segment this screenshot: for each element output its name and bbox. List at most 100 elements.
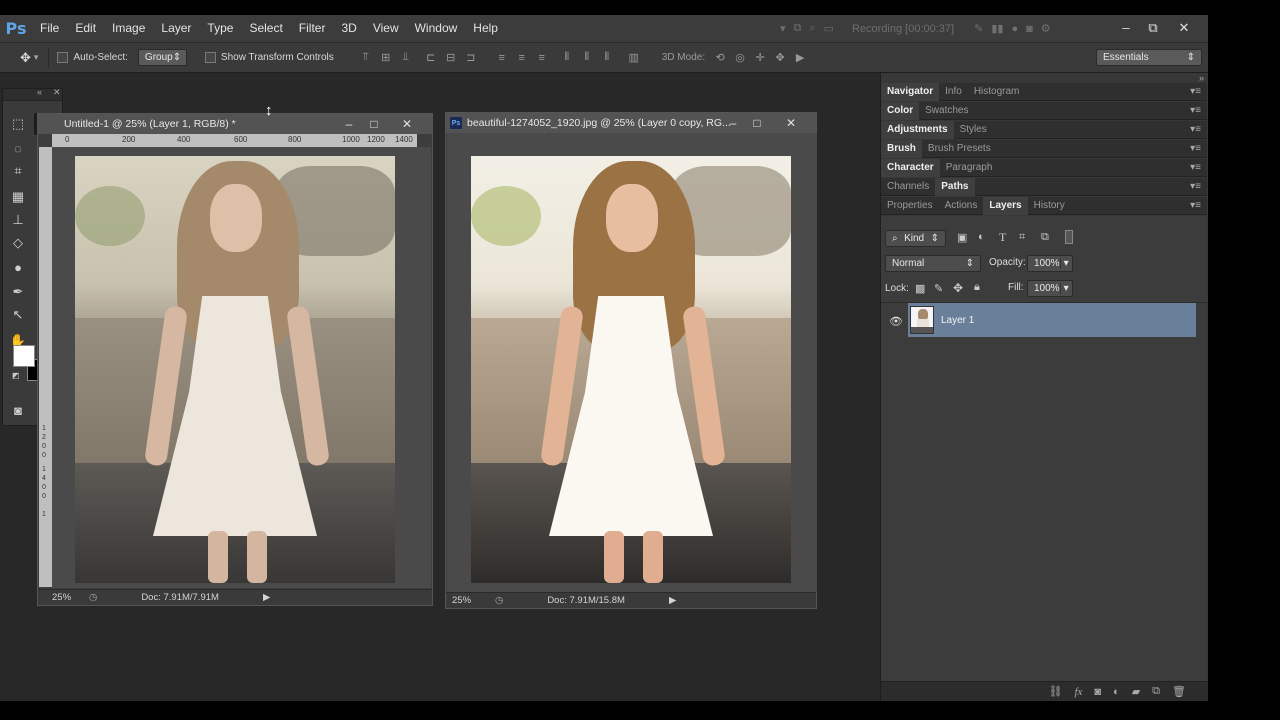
add-mask-icon[interactable]: ◙ bbox=[1094, 686, 1101, 698]
panel-menu-icon[interactable]: ▾≡ bbox=[1190, 140, 1201, 158]
new-adjustment-icon[interactable]: ◐ bbox=[1113, 686, 1120, 698]
3d-slide-icon[interactable]: ✥ bbox=[773, 51, 787, 65]
fill-input[interactable]: 100% ▾ bbox=[1027, 280, 1073, 297]
new-group-folder-icon[interactable]: ▰ bbox=[1132, 685, 1140, 698]
chevron-down-icon[interactable]: ▾ bbox=[1059, 283, 1069, 294]
blur-tool-icon[interactable]: ● bbox=[6, 256, 30, 278]
eraser-tool-icon[interactable]: ◇ bbox=[6, 232, 30, 254]
panel-menu-icon[interactable]: ▾≡ bbox=[1190, 178, 1201, 196]
filter-type-icon[interactable]: T bbox=[999, 230, 1006, 245]
panel-menu-icon[interactable]: ▾≡ bbox=[1190, 121, 1201, 139]
zoom-level[interactable]: 25% bbox=[452, 595, 471, 606]
tab-layers[interactable]: Layers bbox=[983, 196, 1028, 215]
align-hcenter-icon[interactable]: ⊟ bbox=[444, 51, 458, 65]
3d-roll-icon[interactable]: ◎ bbox=[733, 51, 747, 65]
pen-tool-icon[interactable]: ✒ bbox=[6, 281, 30, 303]
filter-shape-icon[interactable]: ⌗ bbox=[1019, 231, 1025, 244]
auto-select-checkbox[interactable] bbox=[57, 52, 69, 63]
close-button[interactable]: ✕ bbox=[1174, 19, 1194, 37]
distribute-left-icon[interactable]: ⦀ bbox=[560, 51, 574, 65]
align-right-icon[interactable]: ⊐ bbox=[464, 51, 478, 65]
foreground-color-swatch[interactable] bbox=[13, 345, 35, 367]
distribute-bottom-icon[interactable]: ≡ bbox=[535, 51, 549, 65]
tab-channels[interactable]: Channels bbox=[881, 178, 935, 196]
quick-mask-icon[interactable]: ◙ bbox=[6, 399, 30, 421]
menu-filter[interactable]: Filter bbox=[291, 15, 334, 42]
tab-styles[interactable]: Styles bbox=[954, 121, 993, 139]
tab-brush-presets[interactable]: Brush Presets bbox=[922, 140, 997, 158]
menu-help[interactable]: Help bbox=[465, 15, 506, 42]
tab-info[interactable]: Info bbox=[939, 83, 968, 101]
tab-adjustments[interactable]: Adjustments bbox=[881, 120, 954, 139]
settings-icon[interactable]: ⚙ bbox=[1041, 22, 1051, 35]
lasso-tool-icon[interactable]: ◌ bbox=[6, 137, 30, 159]
tab-swatches[interactable]: Swatches bbox=[919, 102, 974, 120]
menu-image[interactable]: Image bbox=[104, 15, 153, 42]
tab-properties[interactable]: Properties bbox=[881, 197, 939, 215]
menu-3d[interactable]: 3D bbox=[333, 15, 364, 42]
show-transform-checkbox[interactable] bbox=[204, 52, 216, 63]
lock-transparent-icon[interactable]: ▩ bbox=[915, 282, 925, 295]
move-tool-icon[interactable]: ✥ bbox=[20, 50, 31, 66]
distribute-right-icon[interactable]: ⦀ bbox=[600, 51, 614, 65]
filter-smart-object-icon[interactable]: ⧉ bbox=[1041, 231, 1049, 244]
photo-canvas[interactable] bbox=[75, 156, 395, 583]
minimize-button[interactable]: – bbox=[724, 114, 742, 132]
crop-tool-icon[interactable]: ⌗ bbox=[6, 160, 30, 182]
chevron-down-icon[interactable]: ▾ bbox=[1059, 258, 1069, 269]
lock-all-icon[interactable]: 🔒︎ bbox=[974, 281, 980, 294]
default-colors-icon[interactable]: ◩ bbox=[12, 371, 20, 380]
menu-window[interactable]: Window bbox=[407, 15, 466, 42]
distribute-vcenter-icon[interactable]: ≡ bbox=[515, 51, 529, 65]
minimize-button[interactable]: – bbox=[340, 115, 358, 133]
marquee-tool-icon[interactable]: ⬚ bbox=[6, 113, 30, 135]
status-info-icon[interactable]: ◷ bbox=[495, 595, 503, 606]
photo-canvas[interactable] bbox=[471, 156, 791, 583]
layer-row[interactable]: Layer 1 bbox=[908, 303, 1196, 337]
status-info-icon[interactable]: ◷ bbox=[89, 592, 97, 603]
dropdown-icon[interactable]: ▾ bbox=[780, 22, 786, 35]
workspace-dropdown[interactable]: Essentials ⇕ bbox=[1096, 49, 1202, 66]
status-menu-arrow-icon[interactable]: ▶ bbox=[669, 595, 676, 606]
tool-preset-chevron-down-icon[interactable]: ▾ bbox=[34, 52, 39, 63]
visibility-eye-icon[interactable]: 👁︎ bbox=[889, 315, 903, 328]
delete-layer-trash-icon[interactable]: 🗑︎ bbox=[1172, 685, 1186, 698]
auto-align-icon[interactable]: ▥ bbox=[627, 51, 641, 65]
tab-paragraph[interactable]: Paragraph bbox=[940, 159, 999, 177]
filter-adjustment-icon[interactable]: ◐ bbox=[978, 231, 985, 243]
minimize-button[interactable]: – bbox=[1116, 19, 1136, 37]
tab-color[interactable]: Color bbox=[881, 101, 920, 120]
align-top-icon[interactable]: ⫪ bbox=[359, 51, 373, 65]
menu-file[interactable]: File bbox=[32, 15, 67, 42]
auto-select-dropdown[interactable]: Group ⇕ bbox=[137, 49, 187, 66]
filter-toggle-switch[interactable] bbox=[1065, 230, 1073, 244]
close-icon[interactable]: ✕ bbox=[53, 87, 61, 98]
layer-style-fx-icon[interactable]: fx bbox=[1074, 686, 1082, 698]
align-left-icon[interactable]: ⊏ bbox=[424, 51, 438, 65]
tab-brush[interactable]: Brush bbox=[881, 139, 922, 158]
close-button[interactable]: ✕ bbox=[398, 115, 416, 133]
menu-type[interactable]: Type bbox=[199, 15, 241, 42]
maximize-button[interactable]: □ bbox=[748, 114, 766, 132]
pause-icon[interactable]: ▮▮ bbox=[991, 22, 1003, 35]
arrange-icon[interactable]: ⧉ bbox=[794, 22, 802, 35]
stop-icon[interactable]: ● bbox=[1011, 23, 1018, 35]
panel-menu-icon[interactable]: ▾≡ bbox=[1190, 83, 1201, 101]
blend-mode-dropdown[interactable]: Normal ⇕ bbox=[885, 255, 981, 272]
canvas-area[interactable] bbox=[447, 133, 817, 592]
path-selection-tool-icon[interactable]: ↖ bbox=[6, 304, 30, 326]
expand-panels-icon[interactable]: » bbox=[1199, 73, 1204, 83]
tab-navigator[interactable]: Navigator bbox=[881, 82, 940, 101]
distribute-top-icon[interactable]: ≡ bbox=[495, 51, 509, 65]
lock-pixels-icon[interactable]: ✎ bbox=[934, 282, 943, 295]
3d-camera-icon[interactable]: ▶ bbox=[793, 51, 807, 65]
align-bottom-icon[interactable]: ⫫ bbox=[399, 51, 413, 65]
clone-stamp-tool-icon[interactable]: ⊥ bbox=[6, 209, 30, 231]
link-layers-icon[interactable]: ⛓ bbox=[1048, 685, 1062, 698]
zoom-icon[interactable]: ⌕ bbox=[809, 22, 815, 35]
menu-layer[interactable]: Layer bbox=[153, 15, 199, 42]
menu-select[interactable]: Select bbox=[241, 15, 290, 42]
new-layer-icon[interactable]: ⧉ bbox=[1152, 685, 1160, 698]
menu-view[interactable]: View bbox=[365, 15, 407, 42]
status-menu-arrow-icon[interactable]: ▶ bbox=[263, 592, 270, 603]
